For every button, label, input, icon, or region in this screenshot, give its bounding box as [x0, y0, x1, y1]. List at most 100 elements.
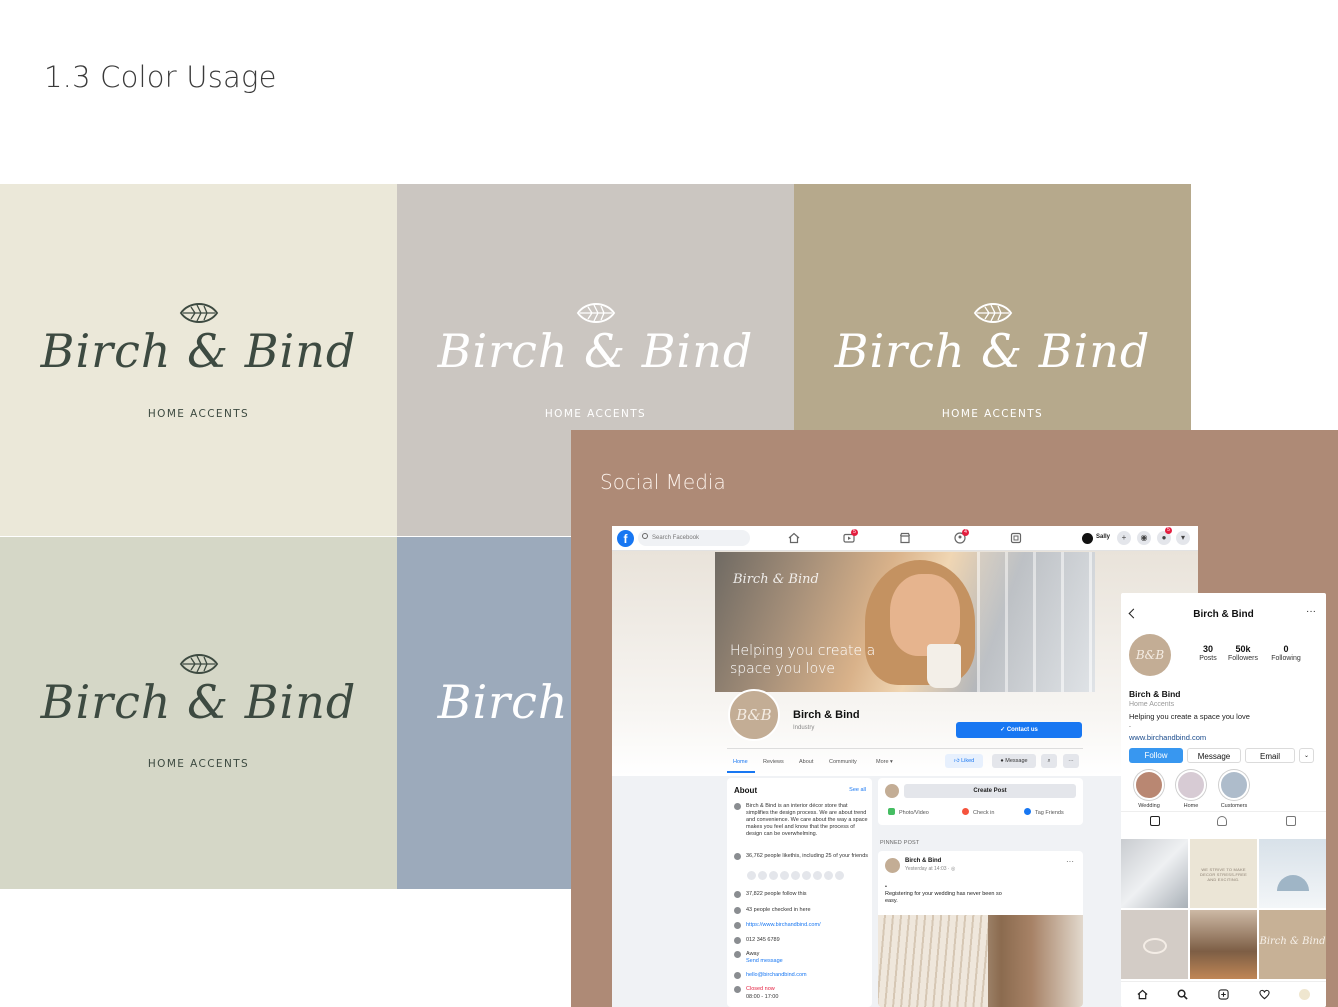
tab-community[interactable]: Community: [829, 759, 857, 765]
cover-window: [977, 552, 1095, 692]
friend-avatar: [757, 870, 768, 881]
website-link[interactable]: https://www.birchandbind.com/: [746, 922, 868, 929]
brand-subtitle: HOME ACCENTS: [941, 408, 1044, 420]
check-in-action[interactable]: Check in: [962, 808, 994, 816]
contact-us-button[interactable]: ✓ Contact us: [956, 722, 1082, 738]
more-options-icon[interactable]: ···: [1306, 606, 1316, 617]
tab-more[interactable]: More ▾: [876, 759, 893, 765]
highlight-customers[interactable]: Customers: [1214, 770, 1254, 809]
friend-avatar: [790, 870, 801, 881]
liked-button[interactable]: 👍︎ Liked: [945, 754, 983, 768]
about-card: About See all Birch & Bind is an interio…: [727, 778, 872, 1007]
highlight-home[interactable]: Home: [1171, 770, 1211, 809]
pinned-post-label: PINNED POST: [880, 840, 920, 846]
globe-icon: [734, 922, 741, 929]
home-icon[interactable]: [788, 532, 800, 544]
search-page-button[interactable]: ⌕: [1041, 754, 1057, 768]
leaf-icon: [973, 303, 1012, 323]
leaf-icon: [1143, 938, 1167, 954]
tag-friends-action[interactable]: Tag Friends: [1024, 808, 1064, 816]
profile-website-link[interactable]: www.birchandbind.com: [1129, 733, 1206, 742]
photo-video-action[interactable]: Photo/Video: [888, 808, 929, 816]
facebook-user-name[interactable]: Sally: [1096, 534, 1110, 540]
tagged-icon[interactable]: [1286, 816, 1296, 826]
friend-avatar: [768, 870, 779, 881]
stat-following[interactable]: 0 Following: [1266, 644, 1306, 662]
marketplace-icon[interactable]: [899, 532, 911, 544]
page-name: Birch & Bind: [793, 709, 860, 721]
highlight-label: Wedding: [1138, 803, 1160, 809]
instagram-profile-title: Birch & Bind: [1193, 609, 1254, 620]
profile-avatar[interactable]: B&B: [1129, 634, 1171, 676]
stat-followers-label: Followers: [1228, 655, 1258, 662]
friend-avatar: [834, 870, 845, 881]
tv-icon[interactable]: [1217, 816, 1227, 826]
heart-icon[interactable]: [1259, 989, 1270, 1000]
facebook-logo-icon[interactable]: f: [617, 530, 634, 547]
about-phone-text: 012 345 6789: [746, 937, 780, 943]
profile-bio: Helping you create a space you love: [1129, 712, 1250, 721]
grid-post[interactable]: [1121, 839, 1188, 908]
add-post-icon[interactable]: [1218, 989, 1229, 1000]
facebook-search-input[interactable]: Search Facebook: [638, 530, 750, 546]
tab-home[interactable]: Home: [733, 759, 748, 765]
more-options-button[interactable]: ···: [1063, 754, 1079, 768]
grid-icon[interactable]: [1150, 816, 1160, 826]
tab-about[interactable]: About: [799, 759, 813, 765]
tag-friends-label: Tag Friends: [1035, 810, 1064, 816]
tab-reviews[interactable]: Reviews: [763, 759, 784, 765]
stat-followers[interactable]: 50k Followers: [1223, 644, 1263, 662]
grid-post[interactable]: Birch & Bind: [1259, 910, 1326, 979]
grid-post-text: WE STRIVE TO MAKE DECOR STRESS-FREE AND …: [1200, 867, 1247, 882]
send-message-link[interactable]: Send message: [746, 958, 868, 965]
create-icon[interactable]: +: [1117, 531, 1131, 545]
closed-status-text: Closed now: [746, 986, 775, 992]
hours-text: 08:00 - 17:00: [746, 994, 779, 1000]
friend-avatar: [801, 870, 812, 881]
page-title: 1.3 Color Usage: [44, 60, 277, 94]
message-button[interactable]: Message: [1187, 748, 1241, 763]
about-away-text: Away: [746, 951, 760, 957]
profile-bio-dot: .: [1129, 722, 1131, 729]
post-author[interactable]: Birch & Bind: [905, 858, 941, 864]
home-icon[interactable]: [1137, 989, 1148, 1000]
grid-post[interactable]: WE STRIVE TO MAKE DECOR STRESS-FREE AND …: [1190, 839, 1257, 908]
highlight-cover: [1176, 770, 1206, 800]
messenger-icon[interactable]: ◉: [1137, 531, 1151, 545]
message-button[interactable]: ● Message: [992, 754, 1036, 768]
facebook-top-bar: f Search Facebook 5 4 Sally + ◉ ● 5 ▾: [612, 526, 1198, 551]
follow-button[interactable]: Follow: [1129, 748, 1183, 763]
page-avatar[interactable]: B&B: [728, 689, 780, 741]
email-button[interactable]: Email: [1245, 748, 1295, 763]
highlight-wedding[interactable]: Wedding: [1129, 770, 1169, 809]
follow-icon: [734, 891, 741, 898]
brand-subtitle: HOME ACCENTS: [544, 408, 647, 420]
suggested-dropdown-button[interactable]: ⌄: [1299, 748, 1314, 763]
see-all-link[interactable]: See all: [849, 787, 866, 793]
phone-icon: [734, 937, 741, 944]
search-icon[interactable]: [1177, 989, 1188, 1000]
profile-avatar-icon[interactable]: [1299, 989, 1310, 1000]
email-link[interactable]: hello@birchandbind.com: [746, 972, 868, 979]
profile-name: Birch & Bind: [1129, 689, 1181, 699]
cover-tagline: Helping you create a space you love: [730, 643, 876, 677]
clock-icon: [734, 986, 741, 993]
stat-posts[interactable]: 30 Posts: [1188, 644, 1228, 662]
grid-post[interactable]: [1190, 910, 1257, 979]
grid-post[interactable]: [1259, 839, 1326, 908]
account-dropdown-icon[interactable]: ▾: [1176, 531, 1190, 545]
liked-label: Liked: [961, 758, 975, 764]
post-more-icon[interactable]: ···: [1066, 857, 1074, 866]
page-category: Industry: [793, 725, 815, 731]
location-pin-icon: [962, 808, 969, 815]
post-text: • Registering for your wedding has never …: [885, 884, 1005, 905]
about-description-text: Birch & Bind is an interior décor store …: [746, 803, 868, 837]
gaming-icon[interactable]: [1010, 532, 1022, 544]
facebook-page-mockup: f Search Facebook 5 4 Sally + ◉ ● 5 ▾ Bi…: [612, 526, 1198, 1007]
create-post-button[interactable]: Create Post: [904, 784, 1076, 798]
avatar: [885, 784, 899, 798]
friend-avatar: [823, 870, 834, 881]
avatar[interactable]: [1082, 533, 1093, 544]
notifications-badge: 5: [1165, 527, 1172, 534]
grid-post[interactable]: [1121, 910, 1188, 979]
